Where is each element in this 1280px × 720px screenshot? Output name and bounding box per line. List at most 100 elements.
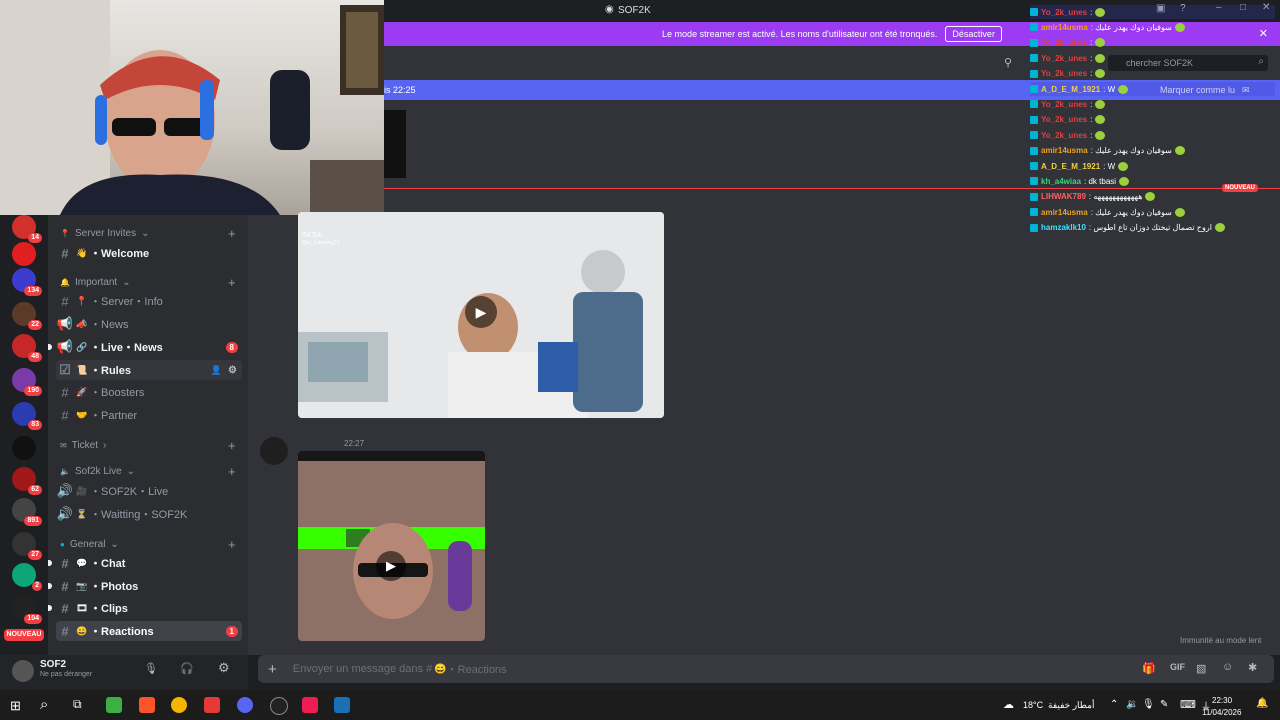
channel-partner[interactable]: # 🤝 ・Partner bbox=[56, 405, 242, 425]
channel-boosters[interactable]: # 🚀 ・Boosters bbox=[56, 382, 242, 402]
channel-chat[interactable]: # 💬 ・Chat bbox=[48, 553, 242, 573]
add-channel-icon[interactable]: + bbox=[228, 537, 236, 552]
unread-indicator bbox=[48, 605, 52, 611]
add-attachment-icon[interactable]: + bbox=[268, 661, 277, 678]
microphone-icon[interactable]: 🎙 bbox=[144, 662, 158, 675]
hash-icon: # bbox=[61, 245, 69, 261]
search-icon[interactable]: ⌕ bbox=[40, 696, 48, 713]
invite-icon[interactable]: 👤 bbox=[211, 365, 222, 376]
settings-gear-icon[interactable]: ⚙ bbox=[218, 660, 230, 676]
microphone-icon[interactable]: 🎙 bbox=[1142, 699, 1155, 710]
category-ticket[interactable]: ✉ Ticket › + bbox=[60, 438, 236, 453]
discord-app-icon[interactable] bbox=[237, 697, 253, 713]
server-icon[interactable]: 62 bbox=[12, 467, 42, 495]
announcement-icon: 📢 bbox=[56, 339, 74, 354]
sticker-icon[interactable]: ▧ bbox=[1196, 662, 1206, 675]
steam-icon[interactable] bbox=[334, 697, 350, 713]
gif-icon[interactable]: GIF bbox=[1170, 662, 1185, 672]
emoji-icon[interactable]: ☺ bbox=[1222, 661, 1233, 673]
channel-server-info[interactable]: # 📍 ・Server・Info bbox=[56, 291, 242, 311]
speaker-icon[interactable]: 🔉 bbox=[1126, 699, 1138, 710]
previous-media-thumbnail[interactable] bbox=[384, 110, 406, 178]
server-icon[interactable]: 2 bbox=[12, 563, 42, 591]
pen-icon[interactable]: ✎ bbox=[1160, 699, 1168, 710]
new-messages-time: is 22:25 bbox=[384, 85, 416, 95]
emote-icon bbox=[1095, 38, 1106, 48]
weather-temp[interactable]: 18°C bbox=[1023, 700, 1043, 710]
server-icon[interactable]: 190 bbox=[12, 368, 42, 396]
badge-icon bbox=[1030, 192, 1038, 201]
streamer-webcam-image bbox=[0, 0, 384, 215]
brave-browser-icon[interactable] bbox=[139, 697, 155, 713]
avatar[interactable] bbox=[12, 660, 34, 682]
obs-icon[interactable] bbox=[270, 697, 288, 715]
play-icon[interactable]: ▶ bbox=[465, 296, 497, 328]
server-icon[interactable] bbox=[12, 436, 36, 460]
pin-icon[interactable]: ⚲ bbox=[1004, 56, 1012, 69]
add-channel-icon[interactable]: + bbox=[228, 275, 236, 290]
channel-rules[interactable]: ☑ 📜 ・Rules 👤 ⚙ bbox=[56, 360, 242, 380]
chat-username: Yo_2k_unes bbox=[1041, 130, 1088, 140]
channel-photos[interactable]: # 📷 ・Photos bbox=[48, 576, 242, 596]
keyboard-icon[interactable]: ⌨ bbox=[1180, 698, 1196, 711]
chat-username: Yo_2k_unes bbox=[1041, 53, 1088, 63]
video-attachment-clip[interactable]: ▶ bbox=[298, 451, 485, 641]
add-channel-icon[interactable]: + bbox=[228, 438, 236, 453]
channel-label: ・Clips bbox=[90, 603, 128, 615]
channel-welcome[interactable]: # 👋 ・Welcome bbox=[56, 243, 242, 263]
chat-line: Yo_2k_unes: bbox=[1030, 5, 1275, 19]
hash-icon: # bbox=[61, 623, 69, 639]
megaphone-icon: 📣 bbox=[76, 318, 88, 329]
category-sof2k-live[interactable]: 🔈 Sof2k Live ⌄ + bbox=[60, 464, 236, 479]
notification-icon[interactable]: 🔔 bbox=[1256, 698, 1268, 709]
task-view-icon[interactable]: ⧉ bbox=[73, 697, 82, 712]
server-icon[interactable]: 22 bbox=[12, 302, 42, 330]
clock-date[interactable]: 11/04/2026 bbox=[1202, 708, 1241, 717]
channel-news[interactable]: 📢 📣 ・News bbox=[56, 314, 242, 334]
server-icon[interactable]: 48 bbox=[12, 334, 42, 362]
voice-channel-sof2k-live[interactable]: 🔊 🎥 ・SOF2K・Live bbox=[56, 481, 242, 501]
server-icon[interactable]: 891 bbox=[12, 498, 42, 526]
server-icon[interactable]: 104 bbox=[12, 596, 42, 624]
store-icon[interactable] bbox=[106, 697, 122, 713]
apps-icon[interactable]: ✱ bbox=[1248, 661, 1257, 674]
gear-icon[interactable]: ⚙ bbox=[228, 365, 237, 376]
channel-clips[interactable]: # 🎞 ・Clips bbox=[48, 598, 242, 618]
clock-time[interactable]: 22:30 bbox=[1212, 696, 1232, 705]
speaker-icon: 🔈 bbox=[60, 467, 70, 476]
category-general[interactable]: ● General ⌄ + bbox=[60, 537, 236, 552]
server-mention-badge: 22 bbox=[28, 320, 42, 330]
chrome-icon[interactable] bbox=[171, 697, 187, 713]
mail-icon[interactable] bbox=[204, 697, 220, 713]
server-icon[interactable] bbox=[12, 242, 36, 266]
message-input[interactable]: Envoyer un message dans # bbox=[293, 663, 432, 675]
tiktok-icon[interactable] bbox=[302, 697, 318, 713]
add-channel-icon[interactable]: + bbox=[228, 226, 236, 241]
discord-icon: ◉ bbox=[605, 4, 614, 15]
message-composer[interactable]: + Envoyer un message dans # 😄 ・Reactions… bbox=[258, 655, 1274, 683]
voice-channel-waiting[interactable]: 🔊 ⏳ ・Waitting・SOF2K bbox=[56, 504, 242, 524]
chat-username: amir14usma bbox=[1041, 207, 1088, 217]
envelope-icon: ✉ bbox=[60, 441, 67, 450]
avatar[interactable] bbox=[260, 437, 288, 465]
chevron-up-icon[interactable]: ⌃ bbox=[1110, 699, 1118, 710]
channel-reactions[interactable]: # 😄 ・Reactions 1 bbox=[56, 621, 242, 641]
channel-live-news[interactable]: 📢 🔗 ・Live・News 8 bbox=[48, 337, 242, 357]
play-icon[interactable]: ▶ bbox=[376, 551, 406, 581]
video-attachment-surgery[interactable]: TikTok @el_sohawey23 ▶ bbox=[298, 212, 664, 418]
chat-username: kh_a4wiaa bbox=[1041, 176, 1082, 186]
server-icon[interactable]: 83 bbox=[12, 402, 42, 430]
category-server-invites[interactable]: 📍 Server Invites ⌄ + bbox=[60, 226, 236, 241]
disable-streamer-button[interactable]: Désactiver bbox=[945, 26, 1002, 42]
channel-label: ・SOF2K・Live bbox=[90, 486, 169, 498]
windows-start-icon[interactable]: ⊞ bbox=[10, 698, 21, 714]
category-important[interactable]: 🔔 Important ⌄ + bbox=[60, 275, 236, 290]
stream-chat-overlay: Yo_2k_unes: amir14usma: سوفيان دوك يهدر ع… bbox=[1030, 5, 1275, 235]
server-icon[interactable]: 27 bbox=[12, 532, 42, 560]
main-chat-area: TikTok @el_sohawey23 ▶ 22:27 ▶ Immunité … bbox=[248, 212, 1280, 655]
add-channel-icon[interactable]: + bbox=[228, 464, 236, 479]
gift-icon[interactable]: 🎁 bbox=[1142, 662, 1156, 675]
headphones-icon[interactable]: 🎧 bbox=[180, 662, 194, 675]
server-icon[interactable]: 14 bbox=[12, 215, 42, 243]
server-icon[interactable]: 134 bbox=[12, 268, 42, 296]
